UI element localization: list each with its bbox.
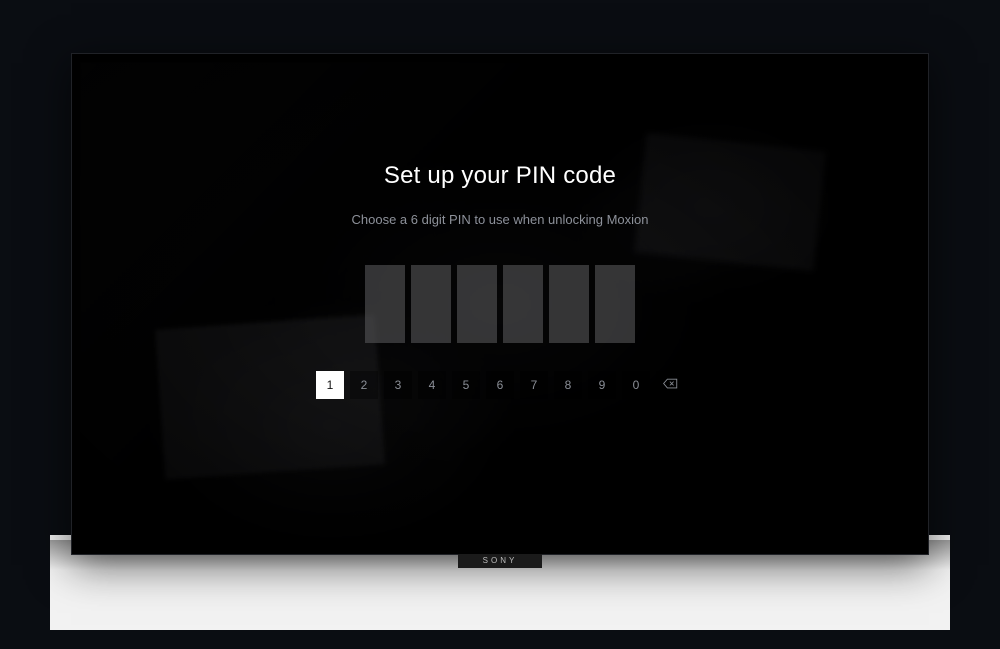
keypad-key-7[interactable]: 7 (520, 371, 548, 399)
keypad-key-3[interactable]: 3 (384, 371, 412, 399)
stage: Set up your PIN code Choose a 6 digit PI… (0, 0, 1000, 649)
keypad: 1234567890 (316, 371, 684, 399)
keypad-key-8[interactable]: 8 (554, 371, 582, 399)
keypad-backspace[interactable] (656, 371, 684, 399)
keypad-key-2[interactable]: 2 (350, 371, 378, 399)
keypad-key-0[interactable]: 0 (622, 371, 650, 399)
pin-slot (411, 265, 451, 343)
pin-setup-panel: Set up your PIN code Choose a 6 digit PI… (80, 62, 920, 546)
tv-screen: Set up your PIN code Choose a 6 digit PI… (80, 62, 920, 546)
page-title: Set up your PIN code (384, 162, 616, 190)
keypad-key-1[interactable]: 1 (316, 371, 344, 399)
pin-slot (365, 265, 405, 343)
backspace-icon (663, 378, 678, 392)
keypad-key-9[interactable]: 9 (588, 371, 616, 399)
keypad-key-6[interactable]: 6 (486, 371, 514, 399)
tv-brand-label: SONY (458, 554, 542, 568)
tv-frame: Set up your PIN code Choose a 6 digit PI… (71, 53, 929, 555)
keypad-key-4[interactable]: 4 (418, 371, 446, 399)
pin-slot (549, 265, 589, 343)
page-subtitle: Choose a 6 digit PIN to use when unlocki… (351, 212, 648, 227)
keypad-key-5[interactable]: 5 (452, 371, 480, 399)
pin-slots (365, 265, 635, 343)
pin-slot (595, 265, 635, 343)
pin-slot (503, 265, 543, 343)
pin-slot (457, 265, 497, 343)
